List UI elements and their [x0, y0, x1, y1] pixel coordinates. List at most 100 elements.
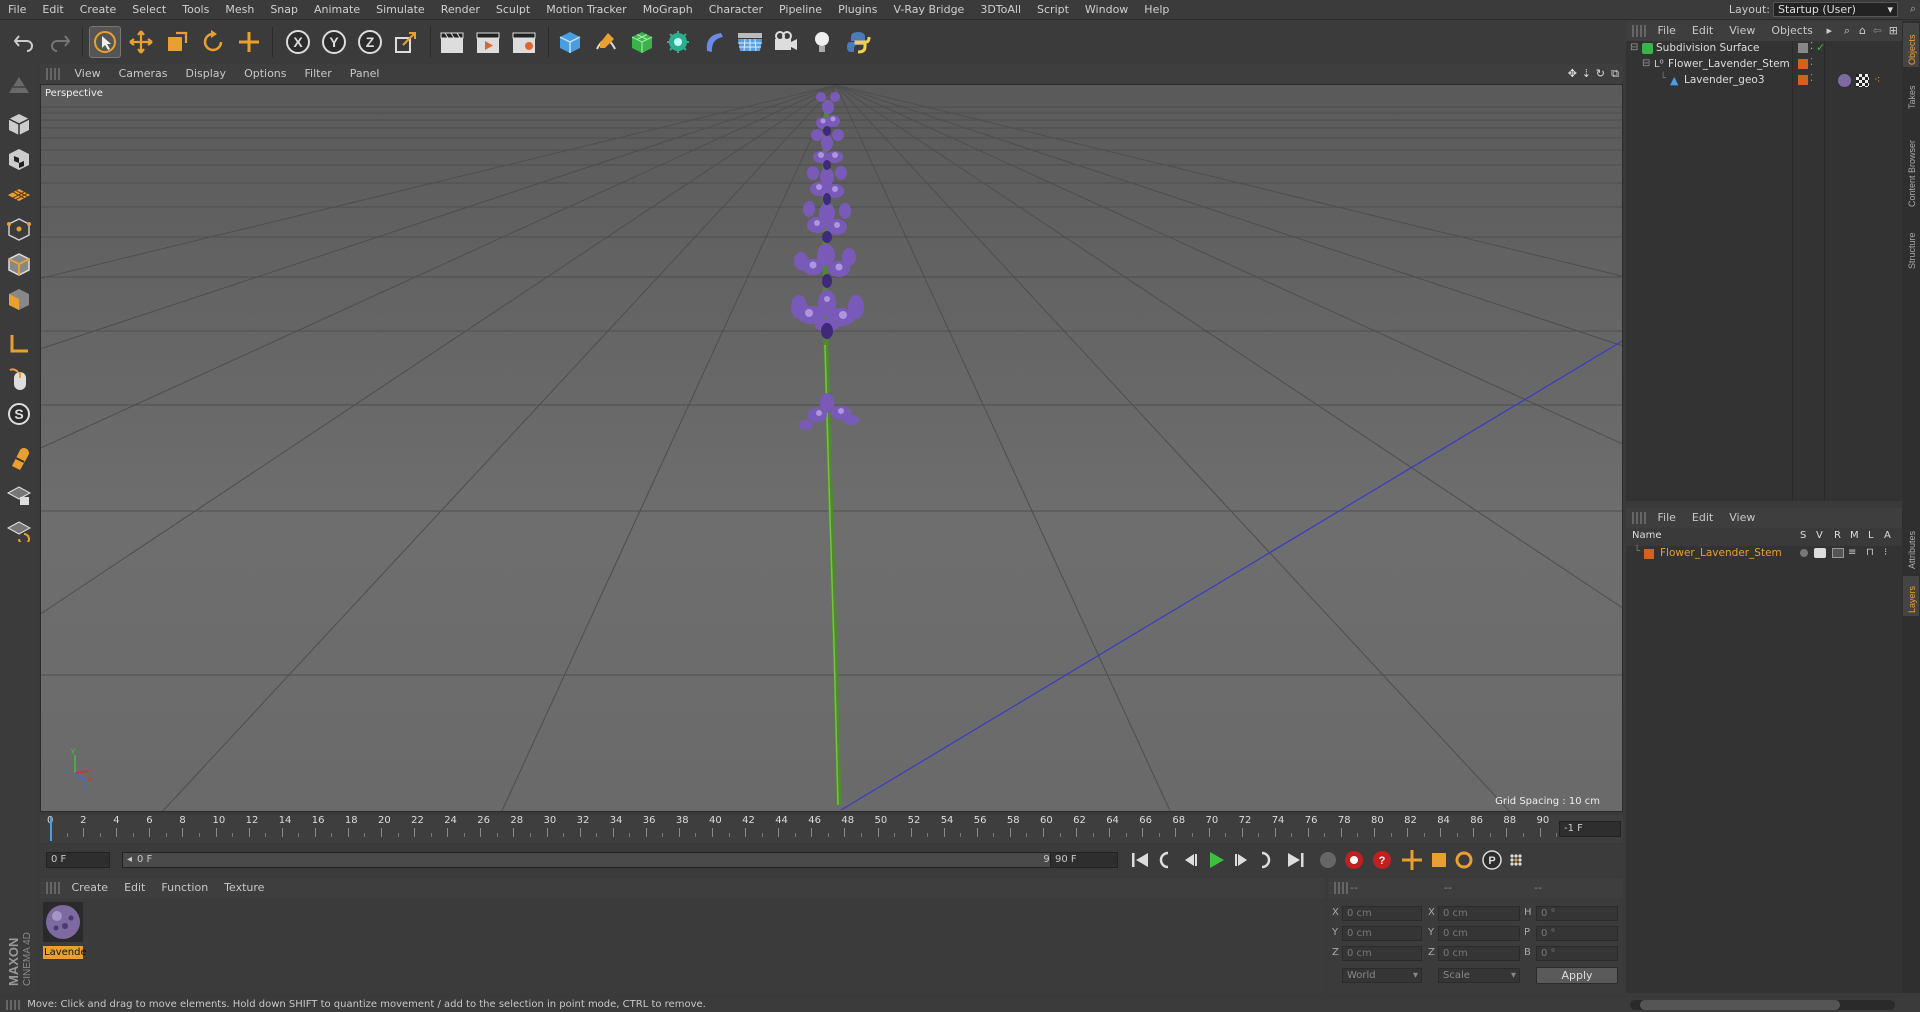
menu-vray-bridge[interactable]: V-Ray Bridge — [885, 0, 972, 19]
texture-mode-button[interactable] — [3, 143, 35, 175]
menu-3dtoall[interactable]: 3DToAll — [972, 0, 1029, 19]
layout-select[interactable]: Startup (User) ▾ — [1773, 2, 1898, 17]
snapping-button[interactable]: S — [3, 398, 35, 430]
magnet-button[interactable] — [3, 443, 35, 475]
floor-environment-button[interactable] — [734, 26, 766, 58]
eye-icon[interactable] — [1814, 548, 1826, 558]
goto-start-button[interactable] — [1132, 853, 1148, 867]
tab-structure[interactable]: Structure — [1907, 232, 1917, 269]
menu-animate[interactable]: Animate — [306, 0, 368, 19]
x-axis-lock-button[interactable]: X — [282, 26, 314, 58]
material-tag-icon[interactable] — [1838, 74, 1851, 87]
viewport-menu-filter[interactable]: Filter — [296, 64, 341, 84]
rotate-tool-button[interactable] — [197, 26, 229, 58]
menu-window[interactable]: Window — [1077, 0, 1136, 19]
point-mode-button[interactable] — [3, 213, 35, 245]
menu-edit[interactable]: Edit — [34, 0, 71, 19]
lock-icon[interactable]: ⊓ — [1866, 547, 1874, 558]
timeline-ruler[interactable]: 0246810121416182022242628303234363840424… — [40, 815, 1623, 843]
layer-swatch[interactable] — [1798, 75, 1808, 85]
key-pla-button[interactable] — [1508, 852, 1524, 868]
menu-select[interactable]: Select — [124, 0, 174, 19]
start-frame-field[interactable]: 0 F — [46, 852, 110, 868]
tab-objects[interactable]: Objects — [1907, 34, 1917, 65]
phong-tag-icon[interactable]: ⁖ — [1874, 73, 1880, 86]
pos-z-field[interactable]: 0 cm — [1342, 946, 1422, 961]
record-keyframe-button[interactable] — [1320, 852, 1336, 868]
viewport-menu-panel[interactable]: Panel — [341, 64, 389, 84]
visible-dot-icon[interactable]: ⁚ — [1810, 41, 1813, 52]
y-axis-lock-button[interactable]: Y — [318, 26, 350, 58]
coord-space-select[interactable]: World ▾ — [1342, 968, 1422, 983]
viewport-menu-view[interactable]: View — [66, 64, 110, 84]
deformer-button[interactable] — [698, 26, 730, 58]
menu-create[interactable]: Create — [72, 0, 125, 19]
3d-viewport[interactable]: y x z Perspective Grid Spacing : 10 cm — [40, 84, 1623, 812]
keyframe-selection-button[interactable]: ? — [1373, 851, 1391, 869]
tree-row-geo[interactable]: └ ▲ Lavender_geo3 ⁚ ⁖ — [1626, 73, 1902, 89]
size-x-field[interactable]: 0 cm — [1438, 906, 1520, 921]
layer-row[interactable]: └ Flower_Lavender_Stem ≡ ⊓ ⁝ — [1626, 546, 1902, 562]
move-view-icon[interactable]: ✥ — [1568, 67, 1577, 80]
menu-simulate[interactable]: Simulate — [368, 0, 433, 19]
back-icon[interactable]: ⇦ — [1873, 24, 1882, 37]
menu-help[interactable]: Help — [1136, 0, 1177, 19]
preview-range-slider[interactable]: ◂ 0 F 90 F ▸ — [122, 852, 1082, 868]
layer-color-swatch[interactable] — [1644, 549, 1654, 559]
viewport-menu-options[interactable]: Options — [235, 64, 295, 84]
menu-motion-tracker[interactable]: Motion Tracker — [538, 0, 634, 19]
expand-minus-icon[interactable]: ⊟ — [1642, 58, 1650, 69]
zoom-view-icon[interactable]: ⇣ — [1582, 67, 1591, 80]
material-menu-function[interactable]: Function — [153, 878, 216, 898]
animation-toggle-icon[interactable]: ⁝ — [1884, 547, 1887, 558]
make-editable-button[interactable] — [3, 69, 35, 101]
layers-menu-file[interactable]: File — [1650, 508, 1684, 528]
search-icon[interactable]: ⌕ — [1910, 2, 1916, 16]
playhead-marker[interactable] — [50, 817, 52, 841]
solo-toggle-icon[interactable] — [1800, 549, 1808, 557]
menu-pipeline[interactable]: Pipeline — [771, 0, 830, 19]
z-axis-lock-button[interactable]: Z — [354, 26, 386, 58]
prev-keyframe-button[interactable] — [1159, 851, 1169, 869]
tab-layers[interactable]: Layers — [1907, 585, 1917, 613]
tree-row-subdivision[interactable]: ⊟ Subdivision Surface ⁚ ✓ — [1626, 41, 1902, 57]
apply-button[interactable]: Apply — [1536, 967, 1618, 984]
key-scale-button[interactable] — [1432, 853, 1446, 867]
tweak-mode-button[interactable] — [3, 363, 35, 395]
spline-pen-button[interactable] — [590, 26, 622, 58]
move-tool-button[interactable] — [125, 26, 157, 58]
render-toggle-icon[interactable] — [1832, 548, 1844, 558]
objects-menu-objects[interactable]: Objects — [1763, 21, 1821, 41]
checkmark-icon[interactable]: ✓ — [1816, 41, 1825, 54]
camera-button[interactable] — [770, 26, 802, 58]
lock-workplane-button[interactable] — [3, 478, 35, 510]
expand-minus-icon[interactable]: ⊟ — [1630, 42, 1638, 53]
triangle-right-icon[interactable]: ▸ — [1826, 24, 1832, 37]
rot-h-field[interactable]: 0 ° — [1536, 906, 1618, 921]
nurbs-button[interactable] — [626, 26, 658, 58]
layer-swatch[interactable] — [1798, 59, 1808, 69]
menu-render[interactable]: Render — [433, 0, 488, 19]
menu-character[interactable]: Character — [701, 0, 771, 19]
rotate-view-icon[interactable]: ↻ — [1596, 67, 1605, 80]
next-frame-button[interactable] — [1235, 854, 1247, 866]
home-icon[interactable]: ⌂ — [1859, 24, 1866, 37]
mograph-cloner-button[interactable] — [662, 26, 694, 58]
key-position-button[interactable] — [1402, 850, 1422, 870]
pos-x-field[interactable]: 0 cm — [1342, 906, 1422, 921]
menu-script[interactable]: Script — [1029, 0, 1077, 19]
maximize-view-icon[interactable]: ⧉ — [1611, 67, 1619, 81]
manager-toggle-icon[interactable]: ≡ — [1848, 547, 1856, 558]
menu-mesh[interactable]: Mesh — [217, 0, 262, 19]
tab-content-browser[interactable]: Content Browser — [1907, 140, 1917, 207]
layer-swatch[interactable] — [1798, 43, 1808, 53]
play-button[interactable] — [1210, 852, 1224, 868]
material-menu-texture[interactable]: Texture — [216, 878, 272, 898]
objects-menu-file[interactable]: File — [1650, 21, 1684, 41]
autokey-button[interactable] — [1345, 851, 1363, 869]
rot-b-field[interactable]: 0 ° — [1536, 946, 1618, 961]
horizontal-scrollbar[interactable] — [1630, 1000, 1895, 1010]
undo-button[interactable] — [8, 26, 40, 58]
polygon-mode-button[interactable] — [3, 283, 35, 315]
cube-object-button[interactable] — [554, 26, 586, 58]
